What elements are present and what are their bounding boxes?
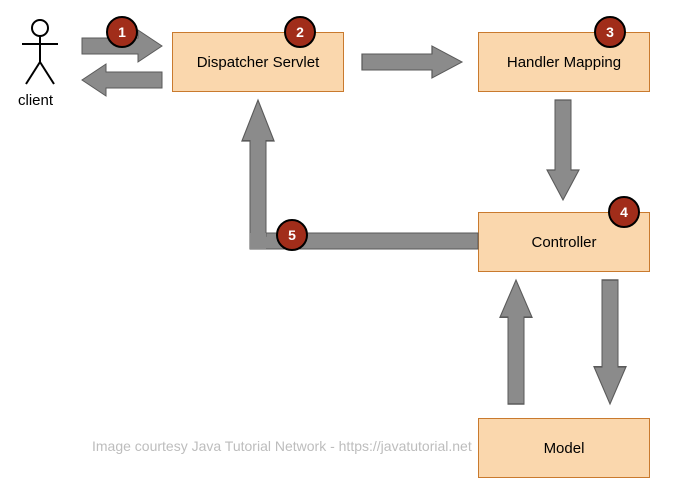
controller-label: Controller <box>531 234 596 251</box>
model-box: Model <box>478 418 650 478</box>
step-badge-4: 4 <box>608 196 640 228</box>
handler-label: Handler Mapping <box>507 54 621 71</box>
step-badge-3: 3 <box>594 16 626 48</box>
dispatcher-label: Dispatcher Servlet <box>197 54 320 71</box>
model-label: Model <box>544 440 585 457</box>
step-badge-1: 1 <box>106 16 138 48</box>
client-label: client <box>18 92 53 109</box>
client-icon <box>18 18 62 88</box>
step-badge-2: 2 <box>284 16 316 48</box>
step-badge-5: 5 <box>276 219 308 251</box>
dispatcher-servlet-box: Dispatcher Servlet <box>172 32 344 92</box>
image-credit: Image courtesy Java Tutorial Network - h… <box>92 438 472 454</box>
handler-mapping-box: Handler Mapping <box>478 32 650 92</box>
